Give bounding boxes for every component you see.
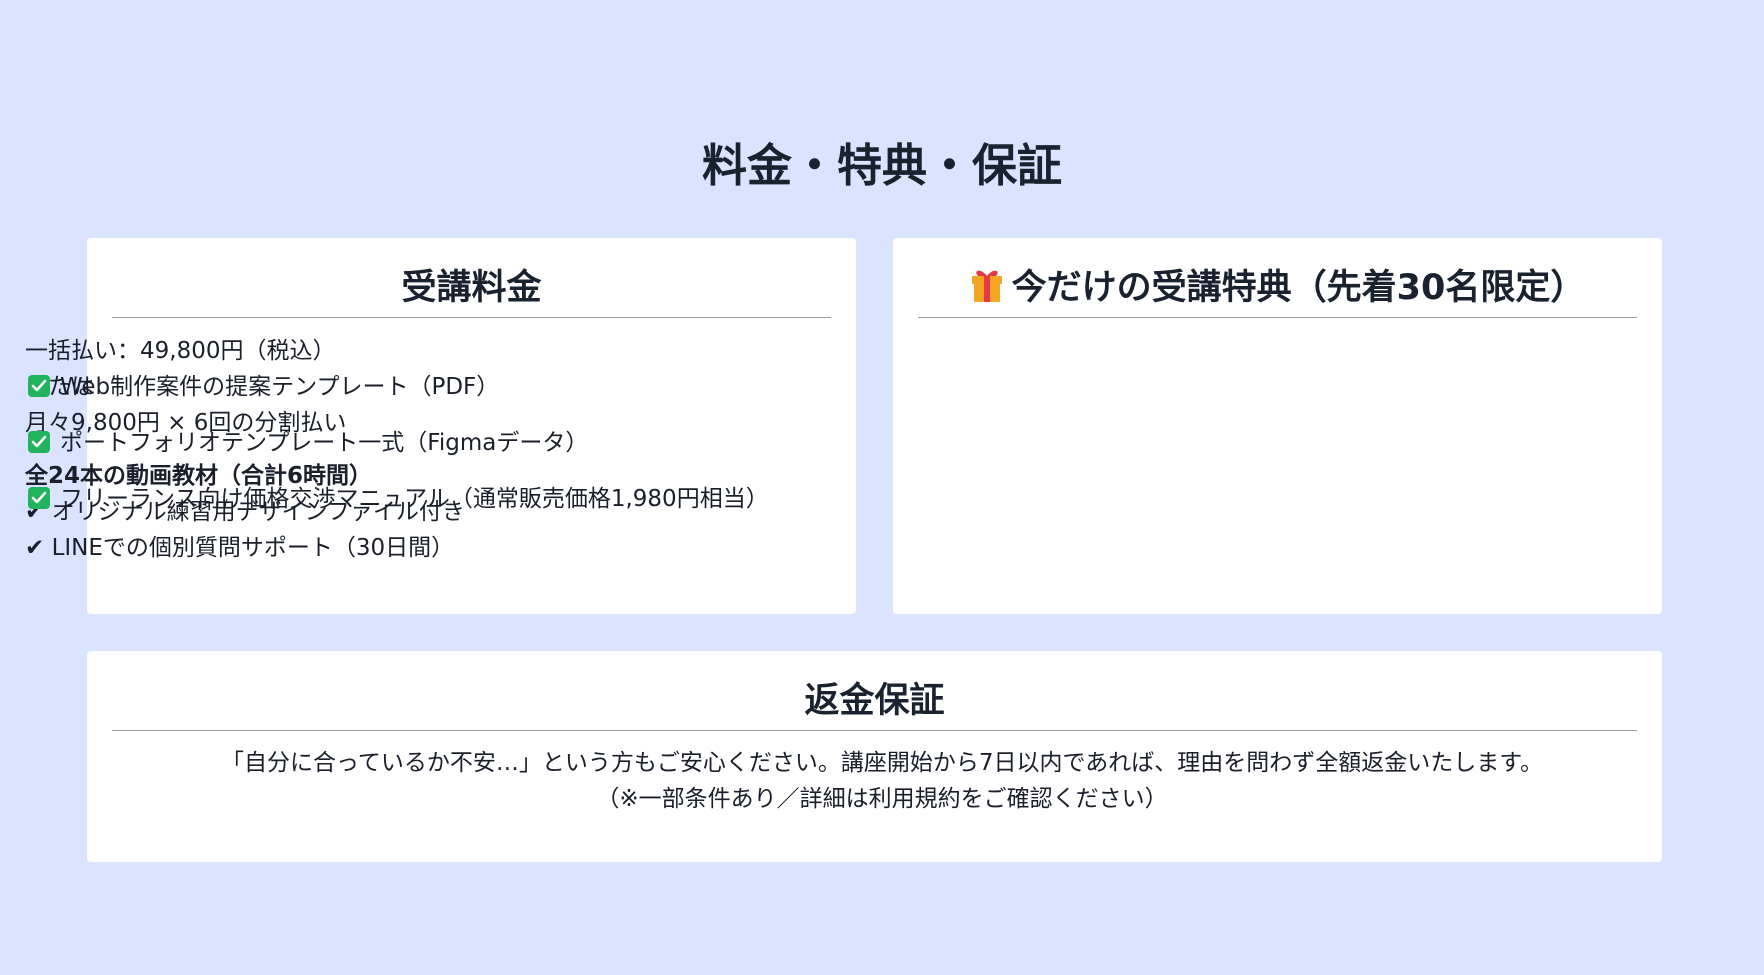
- price-lump-sum: 一括払い：49,800円（税込）: [25, 338, 336, 364]
- refund-text: 「自分に合っているか不安…」という方もご安心ください。講座開始から7日以内であれ…: [221, 750, 1543, 776]
- refund-heading: 返金保証: [112, 675, 1637, 731]
- list-item: フリーランス向け価格交渉マニュアル（通常販売価格1,980円相当）: [25, 481, 1724, 517]
- refund-description: 「自分に合っているか不安…」という方もご安心ください。講座開始から7日以内であれ…: [25, 745, 1739, 817]
- list-item: Web制作案件の提案テンプレート（PDF）: [25, 369, 1724, 405]
- check-box-icon: [28, 487, 50, 509]
- refund-note: （※一部条件あり／詳細は利用規約をご確認ください）: [596, 786, 1168, 812]
- check-box-icon: [28, 431, 50, 453]
- page-title: 料金・特典・保証: [701, 139, 1062, 192]
- bonus-item-text: Web制作案件の提案テンプレート（PDF）: [60, 374, 500, 400]
- list-item: ポートフォリオテンプレート一式（Figmaデータ）: [25, 425, 1724, 461]
- bonus-item-text: ポートフォリオテンプレート一式（Figmaデータ）: [60, 430, 589, 456]
- bonus-heading: 今だけの受講特典（先着30名限定）: [918, 262, 1637, 318]
- bonus-item-text: フリーランス向け価格交渉マニュアル（通常販売価格1,980円相当）: [60, 486, 769, 512]
- gift-icon: [970, 265, 1004, 303]
- check-box-icon: [28, 375, 50, 397]
- price-heading: 受講料金: [112, 262, 831, 318]
- bonus-list: Web制作案件の提案テンプレート（PDF） ポートフォリオテンプレート一式（Fi…: [25, 369, 1724, 537]
- bonus-heading-text: 今だけの受講特典（先着30名限定）: [1011, 268, 1586, 308]
